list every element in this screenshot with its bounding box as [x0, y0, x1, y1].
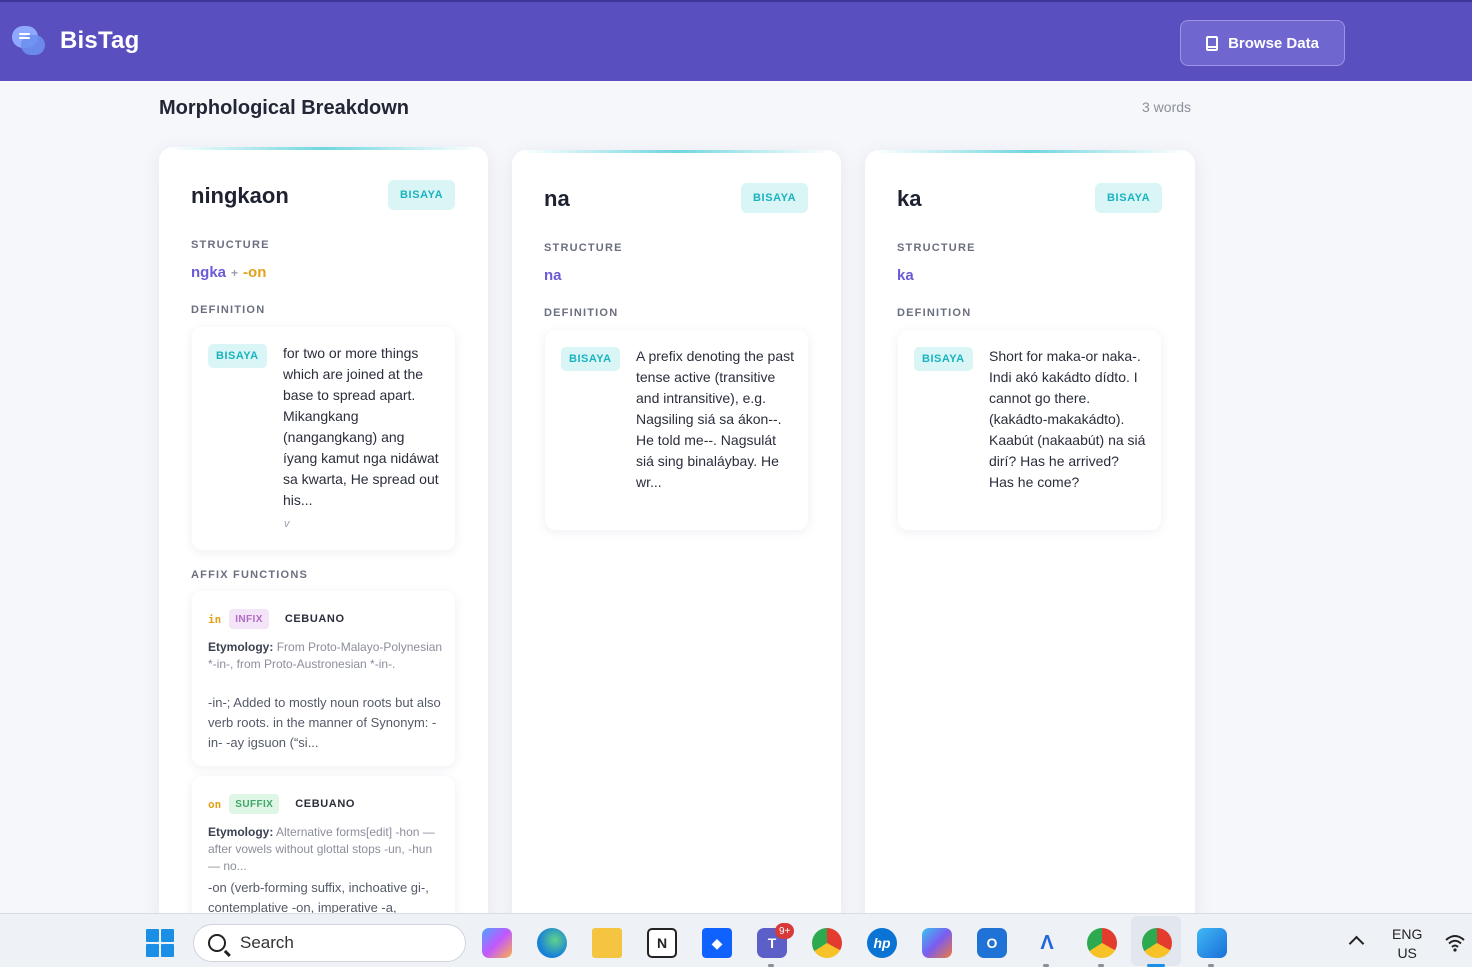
definition-text: for two or more things which are joined … [283, 345, 439, 508]
language-badge: BISAYA [388, 180, 456, 210]
affix-functions-label: AFFIX FUNCTIONS [191, 569, 308, 581]
definition-box: BISAYA A prefix denoting the past tense … [545, 330, 808, 530]
word-card-ka: ka BISAYA STRUCTURE ka DEFINITION BISAYA… [865, 150, 1195, 927]
taskbar-search[interactable]: Search [193, 924, 466, 962]
structure-affix: -on [243, 264, 267, 281]
definition-text: Short for maka-or naka-. Indi akó kakádt… [989, 348, 1146, 490]
language-code: ENG [1392, 926, 1423, 942]
search-icon [208, 934, 226, 952]
affix-type-tag: SUFFIX [229, 794, 280, 814]
structure-plus: + [231, 266, 239, 280]
app-header: BisTag Browse Data [0, 0, 1472, 81]
affix-item-in: in INFIX CEBUANO Etymology: From Proto-M… [192, 591, 455, 766]
definition-label: DEFINITION [191, 304, 266, 316]
word-card-ningkaon: ningkaon BISAYA STRUCTURE ngka + -on DEFIN… [159, 147, 488, 927]
language-badge: BISAYA [1095, 183, 1163, 213]
book-icon [1206, 35, 1219, 51]
search-placeholder: Search [240, 933, 294, 952]
definition-label: DEFINITION [544, 307, 619, 319]
affix-item-on: on SUFFIX CEBUANO Etymology: Alternative… [192, 776, 455, 927]
structure-root: ka [897, 267, 914, 284]
etymology-label: Etymology: [208, 825, 274, 839]
structure-value: na [544, 267, 562, 284]
app-name: BisTag [60, 27, 140, 54]
arc-icon[interactable]: Λ [1032, 928, 1062, 958]
section-title: Morphological Breakdown [159, 97, 410, 119]
chat-bubbles-icon [10, 24, 46, 58]
definition-text: A prefix denoting the past tense active … [636, 348, 794, 490]
browse-data-button[interactable]: Browse Data [1180, 20, 1345, 66]
affix-code: in [208, 612, 222, 626]
copilot-icon[interactable] [482, 928, 512, 958]
definition-box: BISAYA Short for maka-or naka-. Indi akó… [898, 330, 1161, 530]
outlook-icon[interactable]: O [977, 928, 1007, 958]
structure-root: na [544, 267, 562, 284]
structure-root: ngka [191, 264, 227, 281]
input-language-indicator[interactable]: ENG US [1392, 925, 1422, 963]
card-word: ningkaon [191, 183, 289, 208]
definition-language-badge: BISAYA [914, 347, 973, 371]
definition-language-badge: BISAYA [561, 347, 620, 371]
m365-icon[interactable] [922, 928, 952, 958]
region-code: US [1397, 945, 1417, 961]
affix-type-tag: INFIX [229, 609, 269, 629]
chrome-active-icon[interactable] [1142, 928, 1172, 958]
language-badge: BISAYA [741, 183, 809, 213]
app-logo[interactable]: BisTag [10, 24, 139, 58]
affix-etymology: Etymology: Alternative forms[edit] -hon … [208, 824, 444, 875]
structure-value: ngka + -on [191, 264, 266, 281]
windows-taskbar: Search N ◆ T 9+ hp O Λ ENG US [0, 913, 1472, 967]
structure-label: STRUCTURE [191, 239, 270, 251]
structure-label: STRUCTURE [544, 242, 623, 254]
chrome-profile-icon[interactable] [1087, 928, 1117, 958]
windows-start-icon[interactable] [146, 929, 174, 957]
affix-language: CEBUANO [295, 798, 356, 810]
dropbox-icon[interactable]: ◆ [702, 928, 732, 958]
affix-code: on [208, 797, 222, 811]
chrome-icon[interactable] [812, 928, 842, 958]
word-card-na: na BISAYA STRUCTURE na DEFINITION BISAYA… [512, 150, 841, 927]
definition-label: DEFINITION [897, 307, 972, 319]
affix-description: -in-; Added to mostly noun roots but als… [208, 695, 441, 750]
definition-box: BISAYA for two or more things which are … [192, 327, 455, 550]
affix-description: -on (verb-forming suffix, inchoative gi-… [208, 880, 429, 915]
chevron-up-icon[interactable] [1348, 935, 1365, 952]
photos-icon[interactable] [1197, 928, 1227, 958]
affix-etymology: Etymology: From Proto-Malayo-Polynesian … [208, 639, 444, 673]
word-count: 3 words [1142, 99, 1192, 115]
structure-label: STRUCTURE [897, 242, 976, 254]
edge-icon[interactable] [537, 928, 567, 958]
card-word: na [544, 186, 570, 211]
wifi-icon[interactable] [1444, 932, 1466, 954]
structure-value: ka [897, 267, 914, 284]
notion-icon[interactable]: N [647, 928, 677, 958]
browse-data-label: Browse Data [1228, 34, 1319, 52]
affix-language: CEBUANO [284, 613, 345, 625]
definition-language-badge: BISAYA [208, 344, 267, 368]
hp-icon[interactable]: hp [867, 928, 897, 958]
card-word: ka [897, 186, 922, 211]
file-explorer-icon[interactable] [592, 928, 622, 958]
part-of-speech: v [284, 518, 290, 530]
notification-badge: 9+ [775, 923, 795, 939]
etymology-label: Etymology: [208, 640, 274, 654]
